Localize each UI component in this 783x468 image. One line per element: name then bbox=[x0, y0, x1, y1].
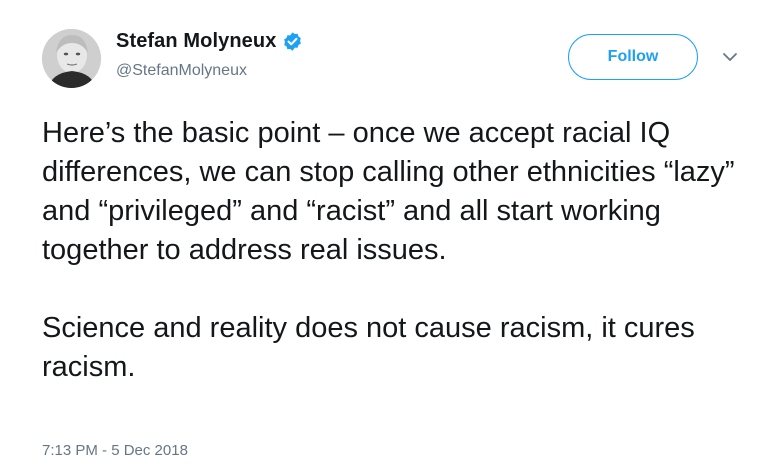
avatar-photo bbox=[42, 29, 101, 88]
chevron-down-icon[interactable] bbox=[722, 51, 738, 63]
tweet-text: Here’s the basic point – once we accept … bbox=[42, 114, 762, 387]
author-name[interactable]: Stefan Molyneux bbox=[116, 30, 276, 53]
author-handle[interactable]: @StefanMolyneux bbox=[116, 62, 247, 80]
author-row: Stefan Molyneux bbox=[116, 30, 303, 53]
avatar[interactable] bbox=[42, 29, 101, 88]
tweet-card: Stefan Molyneux @StefanMolyneux Follow H… bbox=[0, 0, 783, 468]
tweet-paragraph: Science and reality does not cause racis… bbox=[42, 312, 695, 383]
tweet-timestamp[interactable]: 7:13 PM - 5 Dec 2018 bbox=[42, 442, 188, 459]
tweet-paragraph: Here’s the basic point – once we accept … bbox=[42, 117, 735, 266]
follow-button[interactable]: Follow bbox=[568, 34, 698, 80]
verified-badge-icon bbox=[282, 31, 303, 52]
